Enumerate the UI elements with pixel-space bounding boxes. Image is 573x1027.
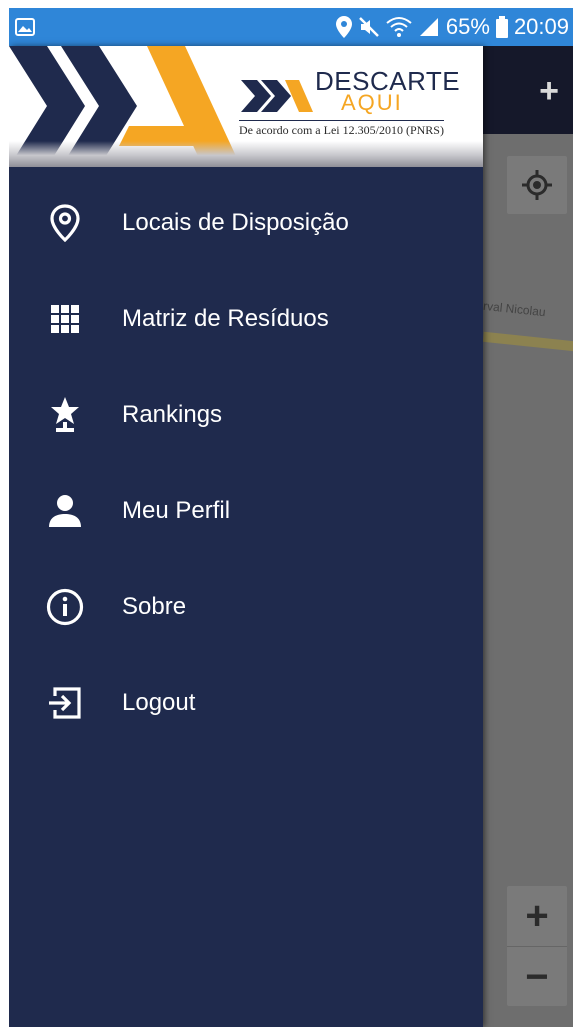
grid-icon (45, 299, 85, 339)
wifi-icon (386, 16, 412, 38)
mute-icon (358, 16, 380, 38)
drawer-header-banner: DESCARTE AQUI De acordo com a Lei 12.305… (9, 46, 483, 167)
gallery-notification-icon (15, 18, 35, 41)
location-icon (335, 16, 352, 38)
status-bar: 65% 20:09 (9, 8, 573, 46)
menu-item-label: Logout (122, 689, 196, 716)
battery-icon (495, 16, 508, 38)
brand-caption: De acordo com a Lei 12.305/2010 (PNRS) (239, 120, 444, 138)
menu-item-label: Matriz de Resíduos (122, 305, 329, 332)
battery-percent: 65% (445, 14, 490, 39)
location-pin-icon (45, 203, 85, 243)
menu-item-perfil[interactable]: Meu Perfil (9, 463, 483, 559)
menu-item-label: Rankings (122, 401, 223, 428)
map-road (482, 331, 573, 355)
crosshair-icon (522, 170, 552, 200)
menu-item-label: Sobre (122, 593, 187, 620)
menu-item-label: Locais de Disposição (122, 209, 349, 236)
menu-item-rankings[interactable]: Rankings (9, 367, 483, 463)
logout-icon (45, 683, 85, 723)
drawer-menu: Locais de Disposição Matriz de Resíduos … (9, 175, 483, 751)
zoom-in-button[interactable]: + (507, 886, 567, 946)
brand-subtitle: AQUI (341, 90, 403, 115)
screen: 65% 20:09 + rval Nicolau + − DESCARTE AQ… (9, 8, 573, 1027)
my-location-button[interactable] (507, 156, 567, 214)
menu-item-logout[interactable]: Logout (9, 655, 483, 751)
street-label: rval Nicolau (482, 298, 547, 320)
signal-icon (418, 16, 440, 38)
menu-item-sobre[interactable]: Sobre (9, 559, 483, 655)
menu-item-label: Meu Perfil (122, 497, 231, 524)
add-button[interactable]: + (539, 72, 559, 111)
info-icon (45, 587, 85, 627)
zoom-out-button[interactable]: − (507, 947, 567, 1007)
menu-item-matriz[interactable]: Matriz de Resíduos (9, 271, 483, 367)
banner-shade (9, 141, 483, 167)
navigation-drawer: DESCARTE AQUI De acordo com a Lei 12.305… (9, 46, 483, 1027)
trophy-star-icon (45, 395, 85, 435)
zoom-control: + − (507, 886, 567, 1006)
menu-item-locais[interactable]: Locais de Disposição (9, 175, 483, 271)
person-icon (45, 491, 85, 531)
clock: 20:09 (513, 14, 569, 39)
